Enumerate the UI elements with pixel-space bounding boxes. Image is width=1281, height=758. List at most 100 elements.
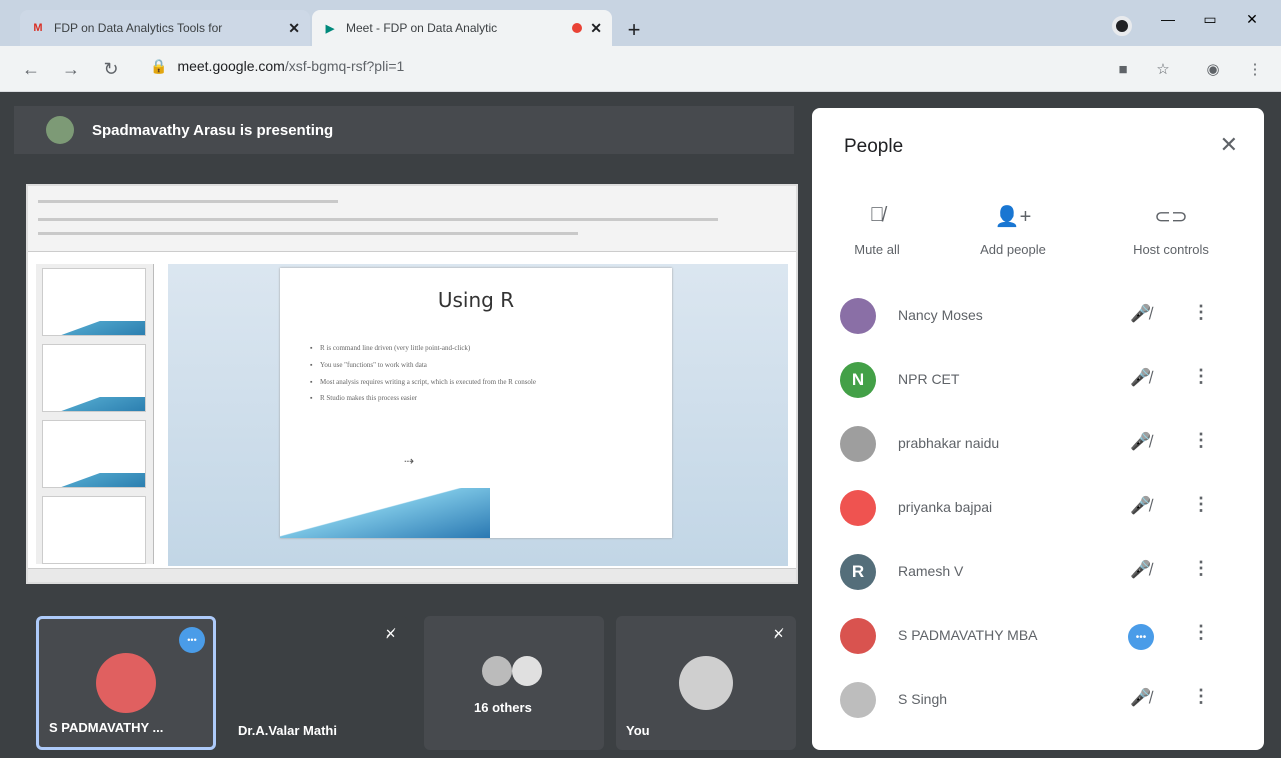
close-icon[interactable]: ✕: [288, 20, 300, 37]
profile-avatar-icon[interactable]: ◉: [1202, 58, 1224, 80]
person-name: NPR CET: [898, 371, 960, 387]
mic-off-icon: 🎙̸: [869, 204, 885, 226]
more-vert-icon[interactable]: ⋮: [1192, 366, 1210, 387]
tile-valar-mathi[interactable]: ✕̸ Dr.A.Valar Mathi: [228, 616, 408, 750]
slide-thumbnail: [42, 496, 146, 564]
mic-off-icon[interactable]: 🎤̸: [1130, 304, 1151, 324]
url-path: /xsf-bgmq-rsf?pli=1: [284, 58, 405, 74]
mic-off-icon[interactable]: 🎤̸: [1130, 496, 1151, 516]
menu-icon[interactable]: ⋮: [1244, 58, 1266, 80]
list-item[interactable]: N NPR CET 🎤̸ ⋮: [812, 350, 1264, 414]
slide-bullet: Most analysis requires writing a script,…: [310, 378, 650, 388]
list-item[interactable]: S Singh 🎤̸ ⋮: [812, 670, 1264, 734]
avatar: N: [840, 362, 876, 398]
avatar: [482, 656, 512, 686]
tile-s-padmavathy[interactable]: ••• S PADMAVATHY ...: [36, 616, 216, 750]
slide-thumbnails: [36, 264, 154, 564]
url-host: meet.google.com: [177, 58, 285, 74]
tile-others[interactable]: 16 others: [424, 616, 604, 750]
recording-icon: [572, 23, 583, 33]
person-name: prabhakar naidu: [898, 435, 1000, 451]
slide-thumbnail: [42, 268, 146, 336]
minimize-icon[interactable]: —: [1148, 6, 1188, 32]
more-vert-icon[interactable]: ⋮: [1192, 430, 1210, 451]
tile-name: Dr.A.Valar Mathi: [238, 723, 337, 738]
avatar: [512, 656, 542, 686]
tab-title: Meet - FDP on Data Analytic: [346, 21, 498, 35]
person-name: S Singh: [898, 691, 948, 707]
people-panel: People ✕ 🎙̸ Mute all 👤+ Add people ⊂⊃ Ho…: [812, 108, 1264, 750]
slide-bullet: R Studio makes this process easier: [310, 394, 650, 404]
list-item[interactable]: S PADMAVATHY MBA ••• ⋮: [812, 606, 1264, 670]
avatar: [840, 426, 876, 462]
lock-icon: 🔒: [150, 58, 168, 74]
host-controls-button[interactable]: ⊂⊃ Host controls: [1106, 204, 1236, 257]
mic-off-icon[interactable]: 🎤̸: [1130, 368, 1151, 388]
avatar: [679, 656, 733, 710]
mic-off-icon[interactable]: 🎤̸: [1130, 560, 1151, 580]
slide-bullets: R is command line driven (very little po…: [310, 344, 650, 411]
close-icon[interactable]: ✕: [590, 20, 602, 37]
avatar: [96, 653, 156, 713]
tile-you[interactable]: ✕̸ You: [616, 616, 796, 750]
status-bar: [28, 568, 796, 582]
slide-title: Using R: [437, 288, 515, 312]
slide: Using R R is command line driven (very l…: [280, 268, 672, 538]
more-vert-icon[interactable]: ⋮: [1192, 622, 1210, 643]
mic-off-icon[interactable]: 🎤̸: [1130, 432, 1151, 452]
more-vert-icon[interactable]: ⋮: [1192, 494, 1210, 515]
more-vert-icon[interactable]: ⋮: [1192, 558, 1210, 579]
star-icon[interactable]: ☆: [1152, 58, 1174, 80]
more-vert-icon[interactable]: ⋮: [1192, 686, 1210, 707]
list-item[interactable]: Nancy Moses 🎤̸ ⋮: [812, 286, 1264, 350]
tile-name: You: [626, 723, 650, 738]
avatar: [840, 490, 876, 526]
action-label: Add people: [980, 242, 1046, 257]
slide-bullet: You use "functions" to work with data: [310, 361, 650, 371]
maximize-icon[interactable]: ▭: [1190, 6, 1230, 32]
close-icon[interactable]: ✕: [1220, 132, 1238, 158]
avatar: R: [840, 554, 876, 590]
action-label: Host controls: [1133, 242, 1209, 257]
more-vert-icon[interactable]: ⋮: [1192, 302, 1210, 323]
slide-bullet: R is command line driven (very little po…: [310, 344, 650, 354]
camera-icon[interactable]: ■: [1112, 58, 1134, 80]
mute-all-button[interactable]: 🎙̸ Mute all: [812, 204, 942, 257]
presenting-text: Spadmavathy Arasu is presenting: [92, 121, 334, 139]
list-item[interactable]: R Ramesh V 🎤̸ ⋮: [812, 542, 1264, 606]
address-bar: ← → ↻ 🔒 meet.google.com/xsf-bgmq-rsf?pli=…: [0, 46, 1281, 92]
new-tab-button[interactable]: +: [620, 16, 648, 44]
back-icon[interactable]: ←: [18, 56, 44, 82]
presenting-banner: Spadmavathy Arasu is presenting: [14, 106, 794, 154]
action-label: Mute all: [854, 242, 900, 257]
close-window-icon[interactable]: ✕: [1232, 6, 1272, 32]
panel-title: People: [844, 136, 904, 157]
mic-off-icon: ✕̸: [773, 626, 784, 641]
url-field[interactable]: 🔒 meet.google.com/xsf-bgmq-rsf?pli=1: [150, 58, 404, 75]
toggle-icon: ⊂⊃: [1154, 206, 1188, 228]
mic-off-icon[interactable]: 🎤̸: [1130, 688, 1151, 708]
reload-icon[interactable]: ↻: [98, 56, 124, 82]
tab-meet[interactable]: ▶ Meet - FDP on Data Analytic ✕: [312, 10, 612, 46]
list-item[interactable]: priyanka bajpai 🎤̸ ⋮: [812, 478, 1264, 542]
person-name: Nancy Moses: [898, 307, 983, 323]
speaking-icon: •••: [179, 627, 205, 653]
forward-icon[interactable]: →: [58, 56, 84, 82]
gmail-icon: M: [33, 22, 43, 34]
cursor-icon: ⇢: [404, 454, 415, 468]
tile-name: S PADMAVATHY ...: [49, 720, 164, 735]
shared-screen: Using R R is command line driven (very l…: [26, 184, 798, 584]
add-people-button[interactable]: 👤+ Add people: [948, 204, 1078, 257]
profile-icon[interactable]: [1112, 16, 1132, 36]
avatar: [840, 298, 876, 334]
ppt-ribbon: [28, 186, 796, 252]
browser-tab-bar: M FDP on Data Analytics Tools for ✕ ▶ Me…: [0, 0, 1281, 46]
tab-fdp-gmail[interactable]: M FDP on Data Analytics Tools for ✕: [20, 10, 310, 46]
tab-title: FDP on Data Analytics Tools for: [54, 21, 223, 35]
avatar: [840, 682, 876, 718]
list-item[interactable]: prabhakar naidu 🎤̸ ⋮: [812, 414, 1264, 478]
speaking-icon: •••: [1128, 624, 1154, 650]
slide-thumbnail: [42, 344, 146, 412]
meet-icon: ▶: [325, 22, 335, 35]
avatar: [46, 116, 74, 144]
